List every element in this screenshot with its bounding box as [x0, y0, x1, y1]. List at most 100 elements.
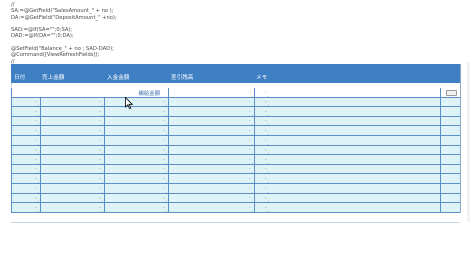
deposit-amount-field[interactable]: ˇ¸	[105, 155, 169, 164]
deposit-amount-field[interactable]: ˇ¸	[105, 174, 169, 183]
deposit-amount-field[interactable]: ˇ¸	[105, 164, 169, 174]
row-end-cell	[441, 155, 460, 164]
date-field[interactable]: ˇ¸	[12, 183, 41, 193]
sales-amount-field[interactable]: ˇ¸	[41, 203, 105, 212]
field-marker-icon: ˇ¸	[163, 139, 167, 145]
row-end-cell	[441, 184, 460, 193]
memo-field[interactable]: ˇ¸	[255, 107, 441, 116]
sales-amount-field[interactable]: ˇ¸	[41, 135, 105, 145]
field-marker-icon: ˇ¸	[249, 177, 253, 183]
date-field[interactable]: ˇ¸	[12, 203, 41, 212]
sales-amount-field[interactable]: ˇ¸	[41, 164, 105, 174]
row-action-button[interactable]	[446, 90, 457, 96]
sales-amount-field[interactable]: ˇ¸	[41, 145, 105, 155]
memo-field[interactable]: ˇ¸	[255, 164, 441, 174]
mouse-cursor-icon	[125, 97, 133, 109]
balance-field[interactable]: ˇ¸	[169, 193, 255, 203]
memo-field[interactable]: ˇ¸	[255, 135, 441, 145]
field-marker-icon: ˇ¸	[35, 206, 39, 212]
deposit-amount-field[interactable]: ˇ¸	[105, 183, 169, 193]
balance-field[interactable]: ˇ¸	[169, 203, 255, 212]
deposit-amount-field[interactable]: ˇ¸	[105, 193, 169, 203]
memo-field[interactable]: ˇ¸	[255, 145, 441, 155]
sales-amount-field[interactable]: ˇ¸	[41, 116, 105, 126]
field-marker-icon: ˇ¸	[35, 168, 39, 174]
vertical-scrollbar[interactable]	[467, 62, 470, 222]
sales-amount-field[interactable]: ˇ¸	[41, 97, 105, 107]
table-row: ˇ¸ ˇ¸ ˇ¸ ˇ¸ ˇ¸	[11, 107, 460, 117]
subtotal-row: 補給金額 ˇ¸ ˇ¸	[11, 88, 460, 98]
date-field[interactable]: ˇ¸	[12, 164, 41, 174]
balance-field[interactable]: ˇ¸	[169, 183, 255, 193]
deposit-amount-field[interactable]: ˇ¸	[105, 145, 169, 155]
sales-amount-field[interactable]: ˇ¸	[41, 126, 105, 135]
field-marker-icon: ˇ¸	[35, 101, 39, 107]
row-end-cell	[441, 107, 460, 116]
balance-field[interactable]: ˇ¸	[169, 107, 255, 116]
sales-amount-field[interactable]: ˇ¸	[41, 174, 105, 183]
subtotal-memo-field[interactable]: ˇ¸	[255, 88, 441, 97]
balance-field[interactable]: ˇ¸	[169, 155, 255, 164]
memo-field[interactable]: ˇ¸	[255, 193, 441, 203]
date-field[interactable]: ˇ¸	[12, 135, 41, 145]
header-memo: メモ	[256, 75, 268, 81]
form-table: 日付 売上金額 入金金額 差引残高 メモ 補給金額 ˇ¸ ˇ¸ ˇ¸ ˇ¸ ˇ¸ ˇ¸…	[11, 64, 461, 213]
date-field[interactable]: ˇ¸	[12, 97, 41, 107]
sales-amount-field[interactable]: ˇ¸	[41, 155, 105, 164]
sales-amount-field[interactable]: ˇ¸	[41, 183, 105, 193]
field-marker-icon: ˇ¸	[163, 168, 167, 174]
table-row: ˇ¸ ˇ¸ ˇ¸ ˇ¸ ˇ¸	[11, 145, 460, 156]
field-marker-icon: ˇ¸	[163, 120, 167, 126]
field-marker-icon: ˇ¸	[265, 101, 269, 107]
table-row: ˇ¸ ˇ¸ ˇ¸ ˇ¸ ˇ¸	[11, 135, 460, 146]
field-marker-icon: ˇ¸	[249, 206, 253, 212]
memo-field[interactable]: ˇ¸	[255, 155, 441, 164]
memo-field[interactable]: ˇ¸	[255, 126, 441, 135]
field-marker-icon: ˇ¸	[265, 139, 269, 145]
code-line: SA:=@GetField("SalesAmount_" + no );	[11, 8, 114, 15]
date-field[interactable]: ˇ¸	[12, 155, 41, 164]
balance-field[interactable]: ˇ¸	[169, 97, 255, 107]
field-marker-icon: ˇ¸	[265, 129, 269, 135]
deposit-amount-field[interactable]: ˇ¸	[105, 97, 169, 107]
field-marker-icon: ˇ¸	[249, 168, 253, 174]
memo-field[interactable]: ˇ¸	[255, 203, 441, 212]
field-marker-icon: ˇ¸	[35, 129, 39, 135]
balance-field[interactable]: ˇ¸	[169, 135, 255, 145]
code-line: DA:=@GetField("DepositAmount_" +no);	[11, 14, 117, 21]
balance-field[interactable]: ˇ¸	[169, 164, 255, 174]
field-marker-icon: ˇ¸	[265, 197, 269, 203]
field-marker-icon: ˇ¸	[265, 158, 269, 164]
date-field[interactable]: ˇ¸	[12, 193, 41, 203]
memo-field[interactable]: ˇ¸	[255, 174, 441, 183]
field-marker-icon: ˇ¸	[249, 120, 253, 126]
table-row: ˇ¸ ˇ¸ ˇ¸ ˇ¸ ˇ¸	[11, 203, 460, 213]
balance-field[interactable]: ˇ¸	[169, 145, 255, 155]
balance-field[interactable]: ˇ¸	[169, 126, 255, 135]
balance-field[interactable]: ˇ¸	[169, 174, 255, 183]
deposit-amount-field[interactable]: ˇ¸	[105, 107, 169, 116]
balance-field[interactable]: ˇ¸	[169, 116, 255, 126]
row-end-cell	[441, 98, 460, 107]
memo-field[interactable]: ˇ¸	[255, 116, 441, 126]
date-field[interactable]: ˇ¸	[12, 145, 41, 155]
field-marker-icon: ˇ¸	[265, 110, 269, 116]
subtotal-balance-field[interactable]: ˇ¸	[169, 88, 255, 97]
deposit-amount-field[interactable]: ˇ¸	[105, 116, 169, 126]
table-row: ˇ¸ ˇ¸ ˇ¸ ˇ¸ ˇ¸	[11, 193, 460, 204]
date-field[interactable]: ˇ¸	[12, 107, 41, 116]
field-marker-icon: ˇ¸	[99, 129, 103, 135]
date-field[interactable]: ˇ¸	[12, 116, 41, 126]
date-field[interactable]: ˇ¸	[12, 174, 41, 183]
memo-field[interactable]: ˇ¸	[255, 183, 441, 193]
deposit-amount-field[interactable]: ˇ¸	[105, 203, 169, 212]
deposit-amount-field[interactable]: ˇ¸	[105, 135, 169, 145]
date-field[interactable]: ˇ¸	[12, 126, 41, 135]
sales-amount-field[interactable]: ˇ¸	[41, 193, 105, 203]
subtotal-label-cell: 補給金額	[105, 88, 169, 97]
sales-amount-field[interactable]: ˇ¸	[41, 107, 105, 116]
field-marker-icon: ˇ¸	[163, 101, 167, 107]
memo-field[interactable]: ˇ¸	[255, 97, 441, 107]
subtotal-spacer	[12, 88, 105, 97]
deposit-amount-field[interactable]: ˇ¸	[105, 126, 169, 135]
